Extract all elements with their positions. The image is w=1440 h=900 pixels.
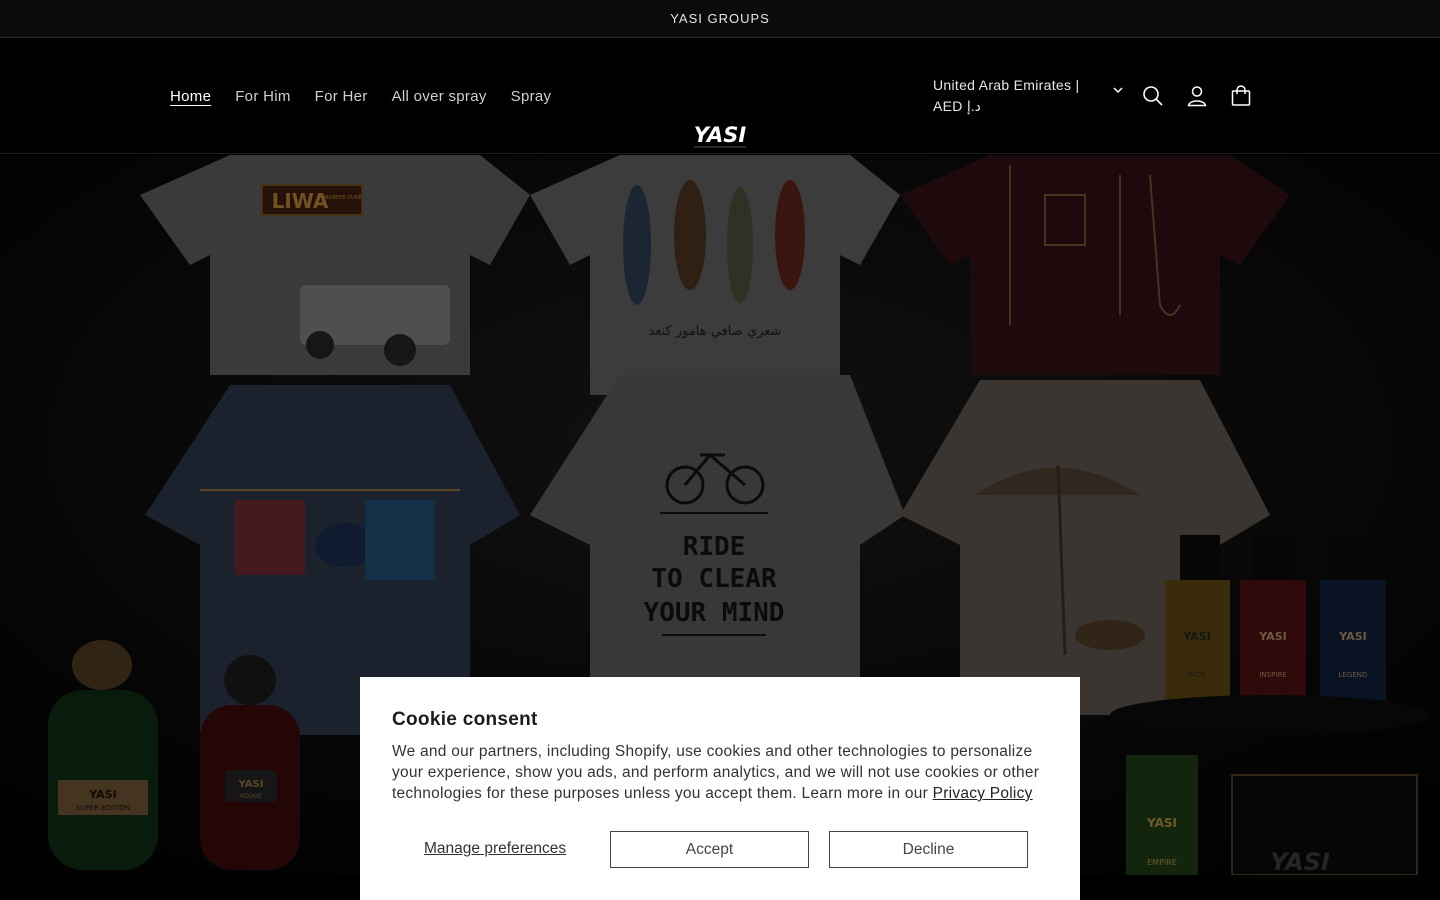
nav-item-all-over-spray[interactable]: All over spray: [380, 88, 499, 105]
site-header: Home For Him For Her All over spray Spra…: [0, 38, 1440, 154]
cookie-consent-banner: Cookie consent We and our partners, incl…: [360, 677, 1080, 900]
main-nav: Home For Him For Her All over spray Spra…: [158, 38, 563, 154]
nav-item-home[interactable]: Home: [158, 88, 223, 105]
nav-item-for-him[interactable]: For Him: [223, 88, 302, 105]
cookie-title: Cookie consent: [392, 709, 538, 730]
nav-item-spray[interactable]: Spray: [499, 88, 564, 105]
nav-item-for-her[interactable]: For Her: [303, 88, 380, 105]
yasi-logo[interactable]: YASI: [688, 122, 752, 150]
country-currency-selector[interactable]: United Arab Emirates | AED د.إ: [933, 75, 1123, 117]
decline-button[interactable]: Decline: [829, 831, 1028, 868]
header-actions: United Arab Emirates | AED د.إ: [933, 38, 1263, 154]
search-icon: [1143, 86, 1163, 106]
announcement-text: YASI GROUPS: [670, 11, 770, 26]
privacy-policy-link[interactable]: Privacy Policy: [933, 785, 1033, 802]
header-icons: [1131, 74, 1263, 118]
accept-button[interactable]: Accept: [610, 831, 809, 868]
account-icon: [1187, 86, 1207, 107]
cart-icon: [1231, 85, 1251, 106]
manage-preferences-link[interactable]: Manage preferences: [424, 840, 566, 858]
search-button[interactable]: [1131, 74, 1175, 118]
cookie-actions: Manage preferences Accept Decline: [392, 831, 1048, 868]
cart-button[interactable]: [1219, 74, 1263, 118]
account-button[interactable]: [1175, 74, 1219, 118]
cookie-body: We and our partners, including Shopify, …: [392, 741, 1048, 804]
chevron-down-icon: [1113, 87, 1123, 94]
logo-text: YASI: [694, 123, 747, 147]
country-selector-label: United Arab Emirates | AED د.إ: [933, 77, 1080, 114]
announcement-bar: YASI GROUPS: [0, 0, 1440, 38]
